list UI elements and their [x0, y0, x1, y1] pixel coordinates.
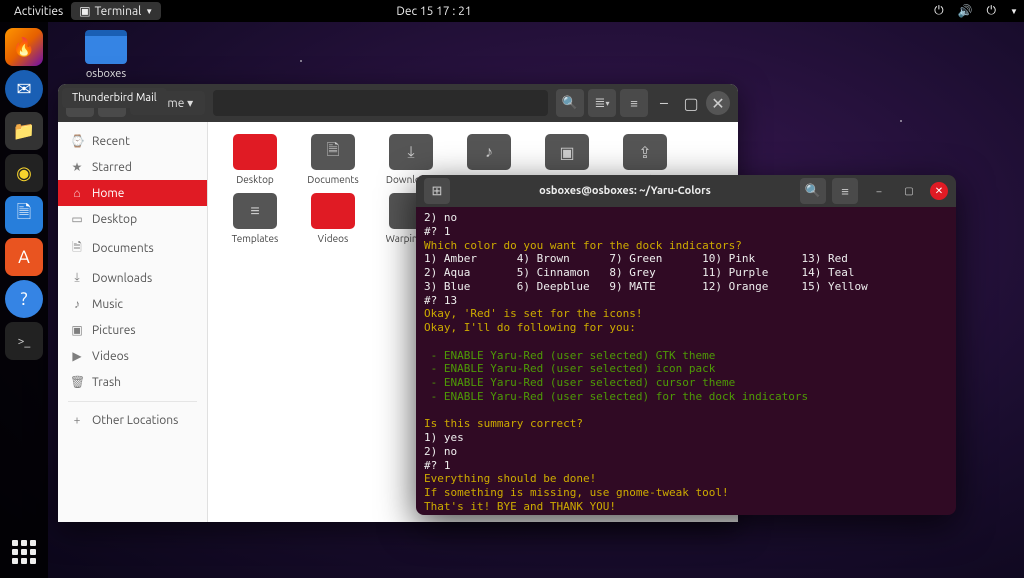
sidebar-item-desktop[interactable]: ▭Desktop	[58, 206, 207, 232]
location-input[interactable]	[213, 90, 548, 116]
terminal-mini-icon: ▣	[79, 4, 90, 18]
clock[interactable]: Dec 15 17 : 21	[388, 3, 479, 20]
dock-software[interactable]: A	[5, 238, 43, 276]
desktop-folder-osboxes[interactable]: osboxes	[76, 30, 136, 80]
dock-writer[interactable]: 🗎	[5, 196, 43, 234]
files-sidebar: ⌚Recent★Starred⌂Home▭Desktop🗎Documents⤓D…	[58, 122, 208, 522]
sidebar-item-recent[interactable]: ⌚Recent	[58, 128, 207, 154]
dock-terminal[interactable]: >_	[5, 322, 43, 360]
sidebar-item-starred[interactable]: ★Starred	[58, 154, 207, 180]
power-icon[interactable]: ⏻	[987, 4, 997, 18]
close-button[interactable]: ✕	[930, 182, 948, 200]
sidebar-item-music[interactable]: ♪Music	[58, 291, 207, 317]
dock-help[interactable]: ?	[5, 280, 43, 318]
chevron-down-icon: ▼	[1010, 7, 1018, 16]
app-menu[interactable]: ▣ Terminal ▼	[71, 2, 161, 20]
terminal-body[interactable]: 2) no #? 1 Which color do you want for t…	[416, 207, 956, 515]
dock-tooltip: Thunderbird Mail	[62, 88, 167, 108]
view-list-button[interactable]: ≣ ▾	[588, 89, 616, 117]
sidebar-item-home[interactable]: ⌂Home	[58, 180, 207, 206]
maximize-button[interactable]: ▢	[900, 182, 918, 200]
maximize-button[interactable]: ▢	[679, 91, 703, 115]
activities-button[interactable]: Activities	[6, 3, 71, 20]
top-bar: Activities ▣ Terminal ▼ Dec 15 17 : 21 ⏻…	[0, 0, 1024, 22]
folder-videos[interactable]: Videos	[298, 193, 368, 244]
dock-rhythmbox[interactable]: ◉	[5, 154, 43, 192]
hamburger-button[interactable]: ≡	[620, 89, 648, 117]
sidebar-item-documents[interactable]: 🗎Documents	[58, 232, 207, 265]
sidebar-item-videos[interactable]: ▶Videos	[58, 343, 207, 369]
sidebar-item-pictures[interactable]: ▣Pictures	[58, 317, 207, 343]
network-icon[interactable]: ⏻	[934, 4, 944, 18]
terminal-window: ⊞ osboxes@osboxes: ~/Yaru-Colors 🔍 ≡ – ▢…	[416, 175, 956, 515]
sidebar-item-downloads[interactable]: ⤓Downloads	[58, 265, 207, 291]
folder-icon	[85, 30, 127, 64]
close-button[interactable]: ✕	[706, 91, 730, 115]
terminal-title: osboxes@osboxes: ~/Yaru-Colors	[456, 185, 794, 197]
search-button[interactable]: 🔍	[556, 89, 584, 117]
folder-documents[interactable]: 🗎Documents	[298, 134, 368, 185]
sidebar-other-locations[interactable]: +Other Locations	[58, 408, 207, 433]
folder-templates[interactable]: ≡Templates	[220, 193, 290, 244]
folder-desktop[interactable]: Desktop	[220, 134, 290, 185]
terminal-search-button[interactable]: 🔍	[800, 178, 826, 204]
terminal-header[interactable]: ⊞ osboxes@osboxes: ~/Yaru-Colors 🔍 ≡ – ▢…	[416, 175, 956, 207]
sidebar-item-trash[interactable]: 🗑Trash	[58, 369, 207, 395]
chevron-down-icon: ▼	[145, 7, 153, 16]
app-menu-label: Terminal	[95, 5, 142, 18]
minimize-button[interactable]: –	[870, 182, 888, 200]
dock: 🔥 ✉ 📁 ◉ 🗎 A ? >_	[0, 22, 48, 578]
minimize-button[interactable]: –	[652, 91, 676, 115]
desktop-folder-label: osboxes	[76, 68, 136, 80]
dock-files[interactable]: 📁	[5, 112, 43, 150]
dock-firefox[interactable]: 🔥	[5, 28, 43, 66]
dock-thunderbird[interactable]: ✉	[5, 70, 43, 108]
dock-show-apps[interactable]	[4, 532, 44, 572]
terminal-menu-button[interactable]: ≡	[832, 178, 858, 204]
volume-icon[interactable]: 🔊	[958, 4, 973, 18]
new-tab-button[interactable]: ⊞	[424, 178, 450, 204]
